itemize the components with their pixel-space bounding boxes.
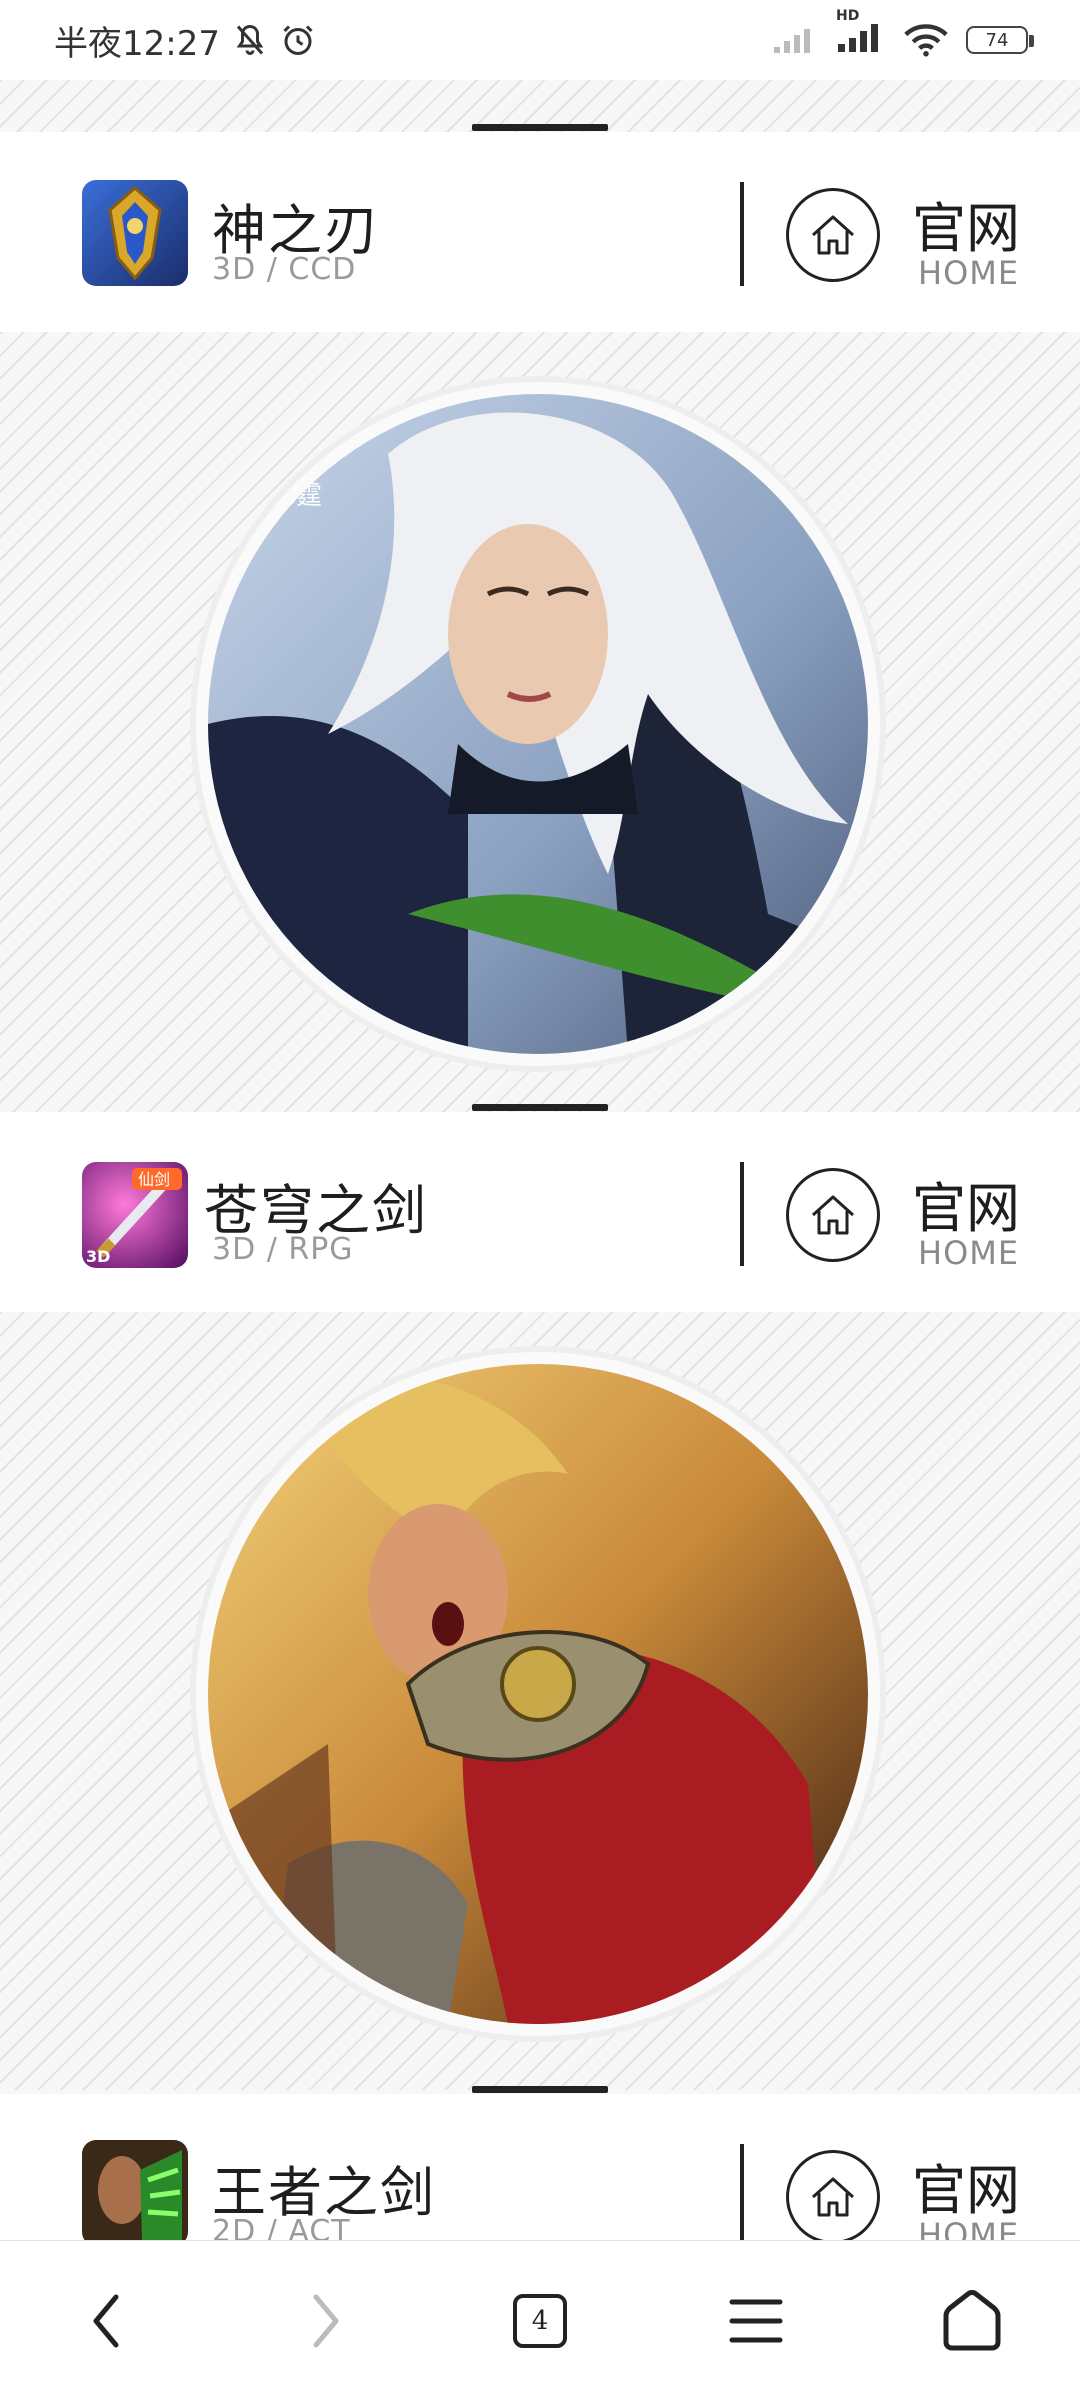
- browser-home-button[interactable]: [932, 2281, 1012, 2361]
- hd-signal: HD: [836, 8, 886, 58]
- drag-handle[interactable]: [472, 1104, 608, 1111]
- forward-button[interactable]: [286, 2281, 366, 2361]
- app-icon-wangzhezhijian[interactable]: [82, 2140, 188, 2246]
- menu-icon: [729, 2299, 783, 2343]
- divider: [740, 2144, 744, 2248]
- game-genre: 3D / CCD: [212, 252, 357, 287]
- wifi-icon: [904, 24, 948, 57]
- forward-icon: [313, 2294, 339, 2348]
- official-site-label[interactable]: 官网: [912, 184, 1020, 263]
- tabs-icon: 4: [513, 2294, 567, 2348]
- browser-navbar: 4: [0, 2240, 1080, 2401]
- status-bar: 半夜12:27 HD 74: [0, 0, 1080, 80]
- official-site-label[interactable]: 官网: [912, 1164, 1020, 1243]
- home-icon: [811, 2177, 855, 2217]
- official-site-sub[interactable]: HOME: [918, 1234, 1019, 1272]
- drag-handle[interactable]: [472, 124, 608, 131]
- status-right: HD 74: [772, 8, 1034, 58]
- drag-handle[interactable]: [472, 2086, 608, 2093]
- divider: [740, 1162, 744, 1266]
- signal-icon: [838, 24, 878, 52]
- divider: [740, 182, 744, 286]
- app-icon-cangqiongzhijian[interactable]: 仙剑 3D: [82, 1162, 188, 1268]
- official-site-button[interactable]: [786, 1168, 880, 1262]
- back-icon: [93, 2294, 119, 2348]
- official-site-button[interactable]: [786, 2150, 880, 2244]
- app-icon-shenzhiren[interactable]: [82, 180, 188, 286]
- home-icon: [943, 2290, 1001, 2351]
- official-site-button[interactable]: [786, 188, 880, 282]
- tab-count: 4: [531, 2306, 549, 2336]
- hd-badge: HD: [836, 8, 860, 24]
- back-button[interactable]: [66, 2281, 146, 2361]
- game-genre: 3D / RPG: [212, 1232, 354, 1267]
- icon-3d-text: 3D: [86, 1247, 110, 1266]
- tabs-button[interactable]: 4: [500, 2281, 580, 2361]
- status-left: 半夜12:27: [54, 16, 316, 65]
- home-icon: [811, 215, 855, 255]
- official-site-sub[interactable]: HOME: [918, 254, 1019, 292]
- game-header-1[interactable]: 神之刃 3D / CCD 官网 HOME: [0, 132, 1080, 333]
- game-header-3[interactable]: 王者之剑 2D / ACT 官网 HOME: [0, 2094, 1080, 2254]
- game-artwork-2[interactable]: [196, 1352, 880, 2036]
- game-artwork-1[interactable]: 陈伟霆: [196, 382, 880, 1066]
- icon-badge-text: 仙剑: [138, 1170, 170, 1189]
- battery-icon: 74: [966, 26, 1034, 54]
- alarm-icon: [283, 25, 313, 55]
- home-icon: [811, 1195, 855, 1235]
- battery-level: 74: [985, 29, 1009, 51]
- menu-button[interactable]: [716, 2281, 796, 2361]
- official-site-label[interactable]: 官网: [912, 2146, 1020, 2225]
- signal-weak-icon: [774, 29, 810, 53]
- game-header-2[interactable]: 仙剑 3D 苍穹之剑 3D / RPG 官网 HOME: [0, 1112, 1080, 1313]
- bell-mute-icon: [236, 24, 264, 55]
- status-time: 半夜12:27: [54, 23, 220, 64]
